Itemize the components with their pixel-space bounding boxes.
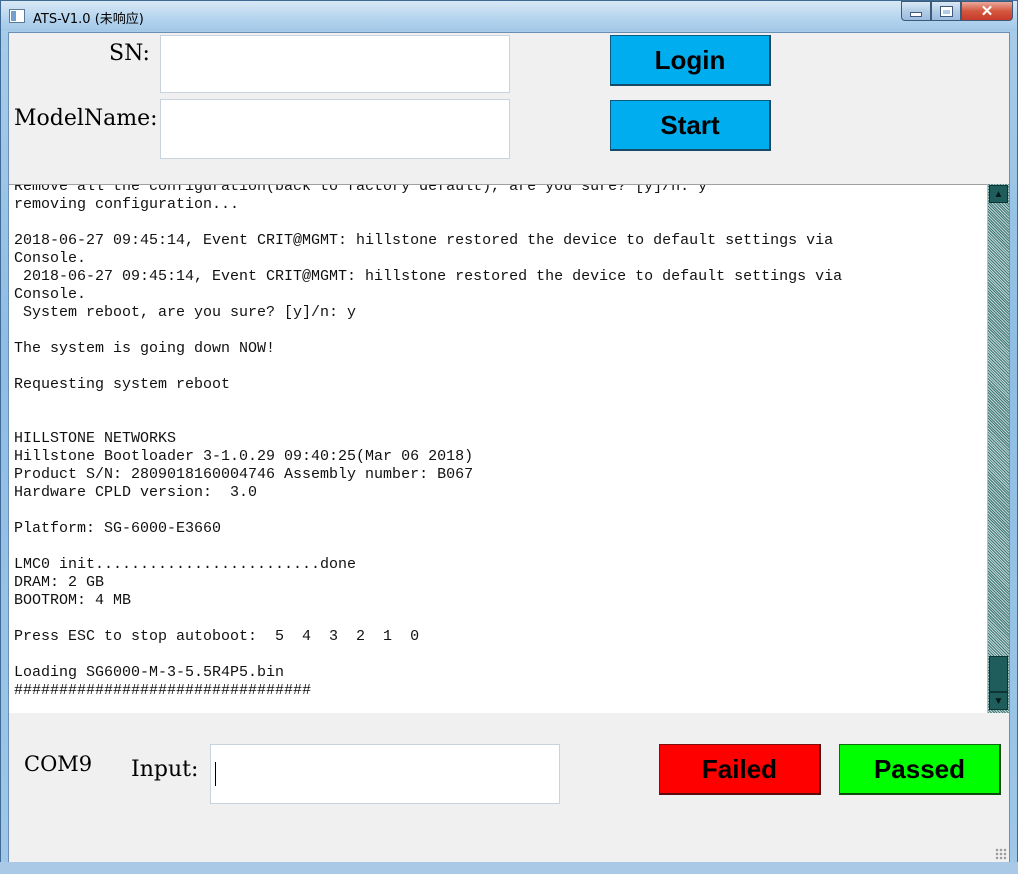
console-line: ################################# [14, 682, 312, 699]
window-controls: ✕ [901, 1, 1013, 21]
console-line: removing configuration... [14, 196, 240, 213]
console-line: 2018-06-27 09:45:14, Event CRIT@MGMT: hi… [14, 232, 834, 249]
console-line: Remove all the configuration(back to fac… [14, 184, 708, 195]
console-line: 2018-06-27 09:45:14, Event CRIT@MGMT: hi… [14, 268, 843, 285]
console-line: The system is going down NOW! [14, 340, 276, 357]
scroll-thumb[interactable] [989, 656, 1008, 692]
console-text: Remove all the configuration(back to fac… [14, 184, 843, 700]
arrow-down-icon: ▼ [993, 695, 1004, 707]
title-bar[interactable]: ATS-V1.0 (未响应) ✕ [1, 1, 1017, 31]
console-output[interactable]: Remove all the configuration(back to fac… [9, 184, 987, 713]
console-line: Loading SG6000-M-3-5.5R4P5.bin [14, 664, 285, 681]
window-title: ATS-V1.0 (未响应) [33, 12, 144, 27]
input-label: Input: [131, 757, 199, 782]
minimize-icon [910, 11, 922, 17]
command-input[interactable] [210, 744, 560, 804]
sn-label: SN: [109, 41, 150, 66]
console-line: Hardware CPLD version: 3.0 [14, 484, 258, 501]
model-name-label: ModelName: [14, 106, 158, 131]
console-scrollbar[interactable]: ▲ ▼ [987, 184, 1009, 713]
desktop-strip [0, 862, 1018, 874]
model-name-input[interactable] [160, 99, 510, 159]
arrow-up-icon: ▲ [993, 188, 1004, 200]
sn-input[interactable] [160, 35, 510, 93]
minimize-button[interactable] [901, 1, 931, 21]
resize-grip-icon[interactable] [995, 848, 1007, 860]
start-button[interactable]: Start [610, 100, 771, 151]
maximize-icon [939, 5, 953, 17]
scroll-up-button[interactable]: ▲ [989, 185, 1008, 203]
console-line: Hillstone Bootloader 3-1.0.29 09:40:25(M… [14, 448, 474, 465]
console-line: Console. [14, 286, 87, 303]
passed-button[interactable]: Passed [839, 744, 1001, 795]
com-port-label: COM9 [24, 752, 93, 776]
maximize-button[interactable] [931, 1, 961, 21]
text-caret [215, 762, 216, 786]
close-button[interactable]: ✕ [961, 1, 1013, 21]
client-area: SN: ModelName: Login Start Remove all th… [8, 32, 1010, 863]
console-line: DRAM: 2 GB [14, 574, 105, 591]
console-line: LMC0 init.........................done [14, 556, 357, 573]
console-line: BOOTROM: 4 MB [14, 592, 132, 609]
console-line: Platform: SG-6000-E3660 [14, 520, 222, 537]
failed-button[interactable]: Failed [659, 744, 821, 795]
console-line: Product S/N: 2809018160004746 Assembly n… [14, 466, 474, 483]
close-icon: ✕ [980, 3, 994, 20]
console-line: Console. [14, 250, 87, 267]
app-icon [9, 9, 25, 23]
scroll-down-button[interactable]: ▼ [989, 692, 1008, 710]
console-line: System reboot, are you sure? [y]/n: y [14, 304, 357, 321]
console-line: Requesting system reboot [14, 376, 231, 393]
console-line: HILLSTONE NETWORKS [14, 430, 177, 447]
login-button[interactable]: Login [610, 35, 771, 86]
app-window: ATS-V1.0 (未响应) ✕ SN: ModelName: Login St… [0, 0, 1018, 870]
console-line: Press ESC to stop autoboot: 5 4 3 2 1 0 [14, 628, 420, 645]
